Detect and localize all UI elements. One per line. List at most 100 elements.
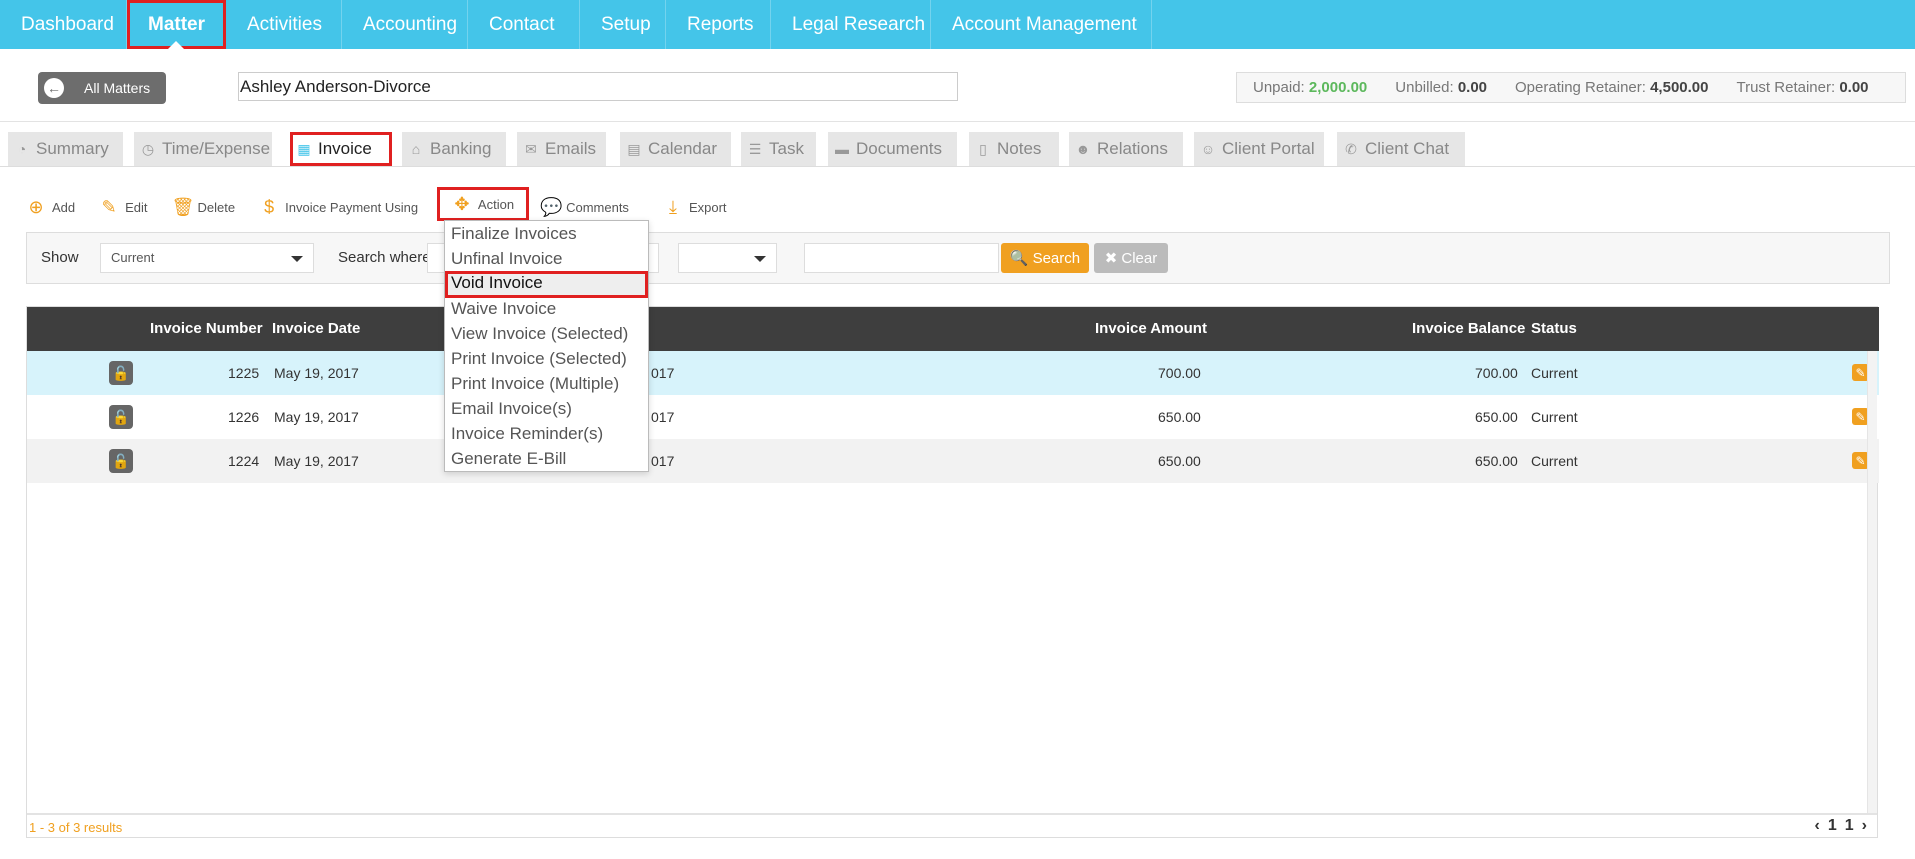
tab-invoice[interactable]: ▦ Invoice (290, 132, 392, 166)
folder-icon: ▬ (835, 141, 849, 157)
table-row[interactable]: 🔓 1225 May 19, 2017 017 700.00 700.00 Cu… (27, 351, 1879, 395)
invoice-payment-button[interactable]: $ Invoice Payment Using (259, 197, 418, 218)
balance-summary: Unpaid: 2,000.00 Unbilled: 0.00 Operatin… (1236, 72, 1906, 103)
comments-icon: 💬 (540, 196, 563, 217)
cell-balance: 700.00 (1475, 365, 1518, 381)
menu-print-invoice-selected[interactable]: Print Invoice (Selected) (445, 347, 648, 372)
header-invoice-number[interactable]: Invoice Number (150, 320, 263, 337)
menu-invoice-reminders[interactable]: Invoice Reminder(s) (445, 422, 648, 447)
cell-amount: 650.00 (1158, 409, 1201, 425)
nav-accounting[interactable]: Accounting (342, 0, 468, 49)
menu-generate-ebill[interactable]: Generate E-Bill (445, 447, 648, 472)
grid-footer: 1 - 3 of 3 results ‹ 1 1 › (27, 813, 1877, 837)
tab-calendar[interactable]: ▤ Calendar (620, 132, 731, 166)
dollar-icon: $ (264, 196, 275, 217)
menu-void-invoice[interactable]: Void Invoice (445, 271, 648, 298)
cell-date: May 19, 2017 (274, 409, 359, 425)
menu-print-invoice-multiple[interactable]: Print Invoice (Multiple) (445, 372, 648, 397)
tab-summary[interactable]: ◔ Summary (8, 132, 123, 166)
tab-emails[interactable]: ✉ Emails (517, 132, 606, 166)
action-menu: Finalize Invoices Unfinal Invoice Void I… (444, 220, 649, 472)
add-button[interactable]: ⊕ Add (26, 197, 75, 218)
menu-unfinal-invoice[interactable]: Unfinal Invoice (445, 247, 648, 272)
unbilled-balance: Unbilled: 0.00 (1395, 79, 1488, 96)
download-icon: ⤓ (668, 196, 677, 217)
tab-notes[interactable]: ▯ Notes (969, 132, 1059, 166)
pager: ‹ 1 1 › (1815, 817, 1867, 835)
unlock-icon[interactable]: 🔓 (109, 449, 133, 473)
vertical-scrollbar[interactable] (1867, 351, 1877, 818)
nav-reports[interactable]: Reports (666, 0, 771, 49)
all-matters-label: All Matters (84, 80, 151, 96)
cell-number: 1226 (228, 409, 260, 425)
nav-dashboard[interactable]: Dashboard (0, 0, 127, 49)
tab-relations[interactable]: ☻ Relations (1069, 132, 1183, 166)
edit-button[interactable]: ✎ Edit (99, 196, 148, 218)
prev-page-icon[interactable]: ‹ (1815, 817, 1820, 835)
next-page-icon[interactable]: › (1862, 817, 1867, 835)
envelope-icon: ✉ (525, 140, 537, 157)
unlock-icon[interactable]: 🔓 (109, 405, 133, 429)
tab-client-portal[interactable]: ☺ Client Portal (1194, 132, 1324, 166)
matter-bar: ← All Matters Ashley Anderson-Divorce Un… (0, 49, 1915, 122)
search-icon: 🔍 (1009, 250, 1029, 267)
table-row[interactable]: 🔓 1226 May 19, 2017 017 650.00 650.00 Cu… (27, 395, 1879, 439)
nav-contact[interactable]: Contact (468, 0, 580, 49)
menu-view-invoice-selected[interactable]: View Invoice (Selected) (445, 322, 648, 347)
export-button[interactable]: ⤓ Export (663, 197, 727, 218)
menu-finalize-invoices[interactable]: Finalize Invoices (445, 222, 648, 247)
menu-waive-invoice[interactable]: Waive Invoice (445, 297, 648, 322)
show-label: Show (41, 249, 79, 266)
comments-button[interactable]: 💬 Comments (540, 197, 629, 218)
search-operator-select[interactable] (678, 243, 777, 273)
trust-retainer: Trust Retainer: 0.00 (1736, 79, 1869, 96)
edit-icon: ✎ (101, 196, 117, 217)
filter-bar: Show Current Search where 🔍 Search ✖ Clear (26, 232, 1890, 284)
cell-date: May 19, 2017 (274, 365, 359, 381)
client-icon: ☺ (1200, 141, 1216, 157)
cell-number: 1224 (228, 453, 260, 469)
tab-client-chat[interactable]: ✆ Client Chat (1337, 132, 1465, 166)
current-page[interactable]: 1 (1828, 817, 1837, 835)
action-button[interactable]: ✥ Action (437, 187, 529, 221)
nav-account-management[interactable]: Account Management (931, 0, 1152, 49)
header-invoice-balance[interactable]: Invoice Balance (1412, 320, 1525, 337)
invoice-toolbar: ⊕ Add ✎ Edit 🗑 Delete $ Invoice Payment Usin… (26, 187, 746, 221)
menu-email-invoices[interactable]: Email Invoice(s) (445, 397, 648, 422)
total-pages: 1 (1844, 817, 1854, 834)
nav-setup[interactable]: Setup (580, 0, 666, 49)
cell-date2: 017 (651, 453, 675, 469)
nav-legal-research[interactable]: Legal Research (771, 0, 931, 49)
matter-name-field[interactable]: Ashley Anderson-Divorce (238, 72, 958, 101)
delete-button[interactable]: 🗑 Delete (172, 197, 236, 218)
all-matters-button[interactable]: ← All Matters (38, 72, 166, 104)
trash-icon: 🗑 (171, 196, 195, 217)
table-row[interactable]: 🔓 1224 May 19, 2017 017 650.00 650.00 Cu… (27, 439, 1879, 483)
tab-banking[interactable]: ⌂ Banking (402, 132, 506, 166)
search-input[interactable] (804, 243, 999, 273)
nav-matter[interactable]: Matter (127, 0, 226, 49)
cell-balance: 650.00 (1475, 453, 1518, 469)
dashboard-icon: ◔ (17, 141, 27, 157)
clear-button[interactable]: ✖ Clear (1094, 243, 1168, 273)
tab-task[interactable]: ☰ Task (741, 132, 816, 166)
cell-date2: 017 (651, 409, 675, 425)
unlock-icon[interactable]: 🔓 (109, 361, 133, 385)
search-button[interactable]: 🔍 Search (1001, 243, 1089, 273)
calculator-icon: ▦ (297, 140, 311, 157)
show-select[interactable]: Current (100, 243, 314, 273)
tab-documents[interactable]: ▬ Documents (828, 132, 957, 166)
grid-header: Invoice Number Invoice Date Invoice Amou… (27, 307, 1879, 351)
header-invoice-date[interactable]: Invoice Date (272, 320, 360, 337)
move-arrows-icon: ✥ (454, 193, 470, 214)
note-icon: ▯ (979, 140, 987, 157)
chat-icon: ✆ (1345, 140, 1357, 157)
cell-status: Current (1531, 365, 1578, 381)
header-invoice-amount[interactable]: Invoice Amount (1095, 320, 1207, 337)
header-status[interactable]: Status (1531, 320, 1577, 337)
tab-time-expense[interactable]: ◷ Time/Expense (134, 132, 272, 166)
nav-activities[interactable]: Activities (226, 0, 342, 49)
chevron-down-icon (291, 256, 303, 262)
calendar-icon: ▤ (627, 140, 641, 157)
cell-status: Current (1531, 453, 1578, 469)
